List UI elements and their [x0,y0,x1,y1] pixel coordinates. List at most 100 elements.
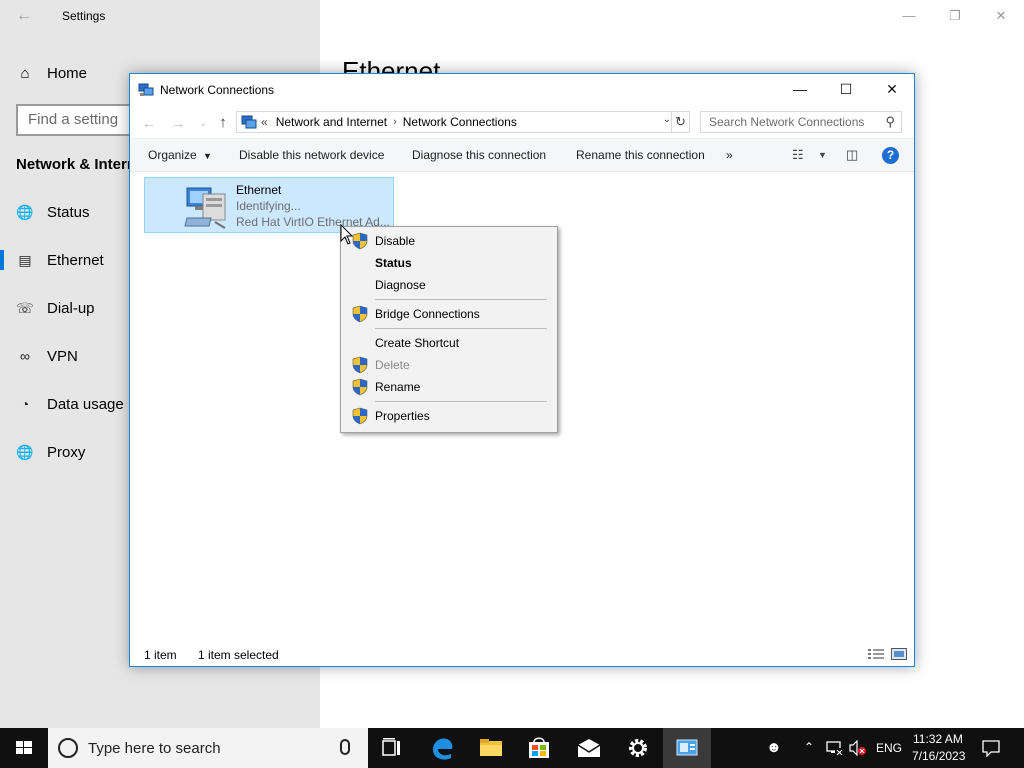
minimize-icon[interactable]: — [889,4,929,28]
maximize-icon[interactable]: ☐ [823,74,869,105]
restore-icon[interactable]: ❐ [935,4,975,28]
menu-item-label: Rename [375,380,421,394]
organize-label: Organize [148,148,197,162]
cortana-icon [58,738,78,758]
explorer-titlebar: Network Connections — ☐ ✕ [130,74,914,105]
mouse-cursor-icon [340,224,354,245]
sidebar-item-label: Ethernet [47,251,104,269]
chevron-up-icon[interactable]: ⌃ [804,740,814,754]
recent-locations-icon[interactable]: ⌄ [192,114,214,132]
more-commands-button[interactable]: » [726,148,733,162]
edge-browser-icon[interactable] [419,728,467,768]
view-options-dropdown-icon[interactable]: ▼ [818,150,827,160]
menu-item-rename[interactable]: Rename [343,376,555,398]
address-bar[interactable]: « Network and Internet › Network Connect… [236,111,690,133]
action-center-icon[interactable] [982,739,1000,757]
connection-status: Identifying... [236,199,301,213]
control-panel-icon [241,115,257,129]
menu-item-label: Properties [375,409,430,423]
volume-muted-icon[interactable] [849,740,867,756]
address-row: ← → ⌄ ↑ « Network and Internet › Network… [130,106,914,138]
taskbar-search-box[interactable]: Type here to search [48,728,368,768]
control-panel-taskbar-icon[interactable] [663,728,711,768]
menu-item-diagnose[interactable]: Diagnose [343,274,555,296]
search-input[interactable]: Search Network Connections ⚲ [700,111,902,133]
task-view-icon[interactable] [368,728,416,768]
back-arrow-icon[interactable]: ← [10,6,38,26]
dropdown-arrow-icon: ▼ [203,151,212,161]
close-icon[interactable]: ✕ [869,74,915,105]
uac-shield-icon [352,232,368,250]
search-icon: ⚲ [885,114,895,129]
breadcrumb-overflow[interactable]: « [261,115,268,129]
breadcrumb-separator-icon: › [393,116,397,128]
sidebar-item-label: Dial-up [47,299,95,317]
diagnose-connection-button[interactable]: Diagnose this connection [412,148,546,162]
menu-item-status[interactable]: Status [343,252,555,274]
disable-device-button[interactable]: Disable this network device [239,148,384,162]
rename-connection-button[interactable]: Rename this connection [576,148,705,162]
details-view-icon[interactable] [868,648,884,660]
dialup-icon: ☏ [16,299,34,316]
menu-separator [375,299,547,300]
data-usage-icon: ◔ [20,396,30,412]
selected-count: 1 item selected [198,648,279,662]
status-bar: 1 item 1 item selected [130,642,914,666]
up-arrow-icon[interactable]: ↑ [212,114,234,132]
breadcrumb-item-network-internet[interactable]: Network and Internet [276,115,387,129]
help-icon[interactable]: ? [882,147,899,164]
menu-item-properties[interactable]: Properties [343,405,555,427]
minimize-icon[interactable]: — [777,74,823,105]
clock-time[interactable]: 11:32 AM [913,732,963,746]
organize-button[interactable]: Organize ▼ [148,148,212,162]
connection-name: Ethernet [236,183,282,197]
clock-date[interactable]: 7/16/2023 [912,749,965,763]
settings-titlebar: ← Settings — ❐ ✕ [0,0,1024,32]
menu-separator [375,328,547,329]
menu-item-label: Status [375,256,412,270]
command-bar: Organize ▼ Disable this network device D… [130,138,914,172]
globe-icon: 🌐 [16,443,34,460]
windows-start-icon[interactable] [0,728,48,768]
tiles-view-icon[interactable] [891,648,907,660]
connection-tile-ethernet[interactable]: Ethernet Identifying... Red Hat VirtIO E… [144,177,394,233]
settings-gear-icon[interactable] [614,728,662,768]
sidebar-item-label: Data usage [47,395,124,413]
uac-shield-icon [352,378,368,396]
file-explorer-icon[interactable] [467,728,515,768]
menu-item-delete: Delete [343,354,555,376]
change-view-icon[interactable]: ☷ [792,147,804,163]
language-indicator[interactable]: ENG [876,741,902,755]
uac-shield-icon [352,356,368,374]
menu-item-label: Create Shortcut [375,336,460,350]
menu-item-bridge-connections[interactable]: Bridge Connections [343,303,555,325]
breadcrumb-item-network-connections[interactable]: Network Connections [403,115,517,129]
people-icon[interactable]: ☻ [766,739,782,756]
mail-icon[interactable] [565,728,613,768]
menu-item-create-shortcut[interactable]: Create Shortcut [343,332,555,354]
back-arrow-icon[interactable]: ← [138,114,160,132]
chevron-down-icon[interactable]: ⌄ [663,114,671,125]
vpn-icon: ∞ [20,348,30,364]
store-icon[interactable] [515,728,563,768]
sidebar-item-label: Status [47,203,90,221]
menu-separator [375,401,547,402]
globe-icon: 🌐 [16,203,34,220]
sidebar-item-label: VPN [47,347,78,365]
menu-item-label: Disable [375,234,416,248]
microphone-icon[interactable] [340,739,350,755]
sidebar-item-label: Proxy [47,443,86,461]
taskbar: Type here to search ☻ ⌃ ENG 11:32 AM 7/1… [0,728,1024,768]
forward-arrow-icon[interactable]: → [167,114,189,132]
settings-home-label: Home [47,64,88,82]
ethernet-icon: ▤ [18,251,32,268]
menu-item-disable[interactable]: Disable [343,230,555,252]
settings-home-link[interactable]: ⌂ Home [16,62,87,84]
menu-item-label: Delete [375,358,410,372]
network-status-icon[interactable] [826,740,844,756]
refresh-icon[interactable]: ↻ [671,112,689,132]
home-icon: ⌂ [20,64,30,82]
close-icon[interactable]: ✕ [981,4,1021,28]
menu-item-label: Diagnose [375,278,426,292]
preview-pane-icon[interactable]: ◫ [846,147,858,163]
